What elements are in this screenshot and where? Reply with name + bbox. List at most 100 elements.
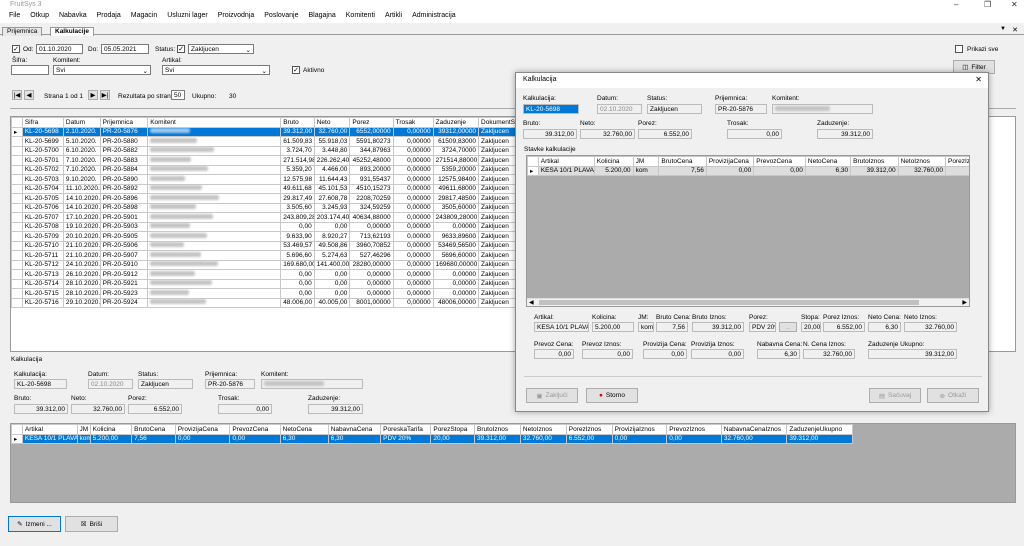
per-page-input[interactable]: 50	[171, 90, 185, 100]
column-header[interactable]: BrutoIznos	[474, 424, 521, 435]
column-header[interactable]: NetoCena	[279, 424, 329, 435]
column-header[interactable]: Artikal	[537, 156, 595, 167]
next-page-button[interactable]: ▶	[88, 90, 98, 100]
horizontal-scrollbar[interactable]: ◀ ▶	[527, 298, 969, 306]
table-row[interactable]: KL-20-5704 11.10.2020. PR-20-5892 49.611,68…	[11, 183, 531, 194]
menu-item-proizvodnja[interactable]: Proizvodnja	[213, 11, 260, 23]
column-header[interactable]: ZaduzenjeUkupno	[786, 424, 853, 435]
column-header[interactable]: NetoIznos	[897, 156, 946, 167]
column-header[interactable]: JM	[76, 424, 91, 435]
column-header[interactable]: Prijemnica	[99, 117, 149, 128]
menu-item-file[interactable]: File	[4, 11, 25, 23]
table-row[interactable]: KL-20-5706 14.10.2020. PR-20-5898 3.505,60 3…	[11, 202, 531, 213]
column-header[interactable]: Kolicina	[593, 156, 634, 167]
column-header[interactable]: BrutoCena	[131, 424, 176, 435]
menu-item-blagajna[interactable]: Blagajna	[304, 11, 341, 23]
table-row[interactable]: KL-20-5700 6.10.2020. PR-20-5882 3.724,70 3.…	[11, 145, 531, 156]
sacuvaj-button[interactable]: ▤ Sačuvaj	[869, 388, 921, 403]
tab-dropdown-icon[interactable]: ▼	[1000, 26, 1006, 32]
dlg-stavke-grid[interactable]: Artikal Kolicina JM BrutoCena ProvizijaCena P…	[526, 155, 970, 307]
table-row[interactable]: KL-20-5701 7.10.2020. PR-20-5883 271.514,98…	[11, 155, 531, 166]
brisi-button[interactable]: ☒ Briši	[65, 516, 118, 532]
status-select[interactable]: Zakljucen ⌄	[188, 44, 254, 54]
column-header[interactable]: JM	[632, 156, 660, 167]
table-row[interactable]: KL-20-5716 29.10.2020. PR-20-5924 48.006,00…	[11, 297, 531, 308]
od-checkbox[interactable]: ✓	[12, 45, 20, 53]
table-row[interactable]: KL-20-5710 21.10.2020. PR-20-5906 53.469,57…	[11, 240, 531, 251]
column-header[interactable]: PoreskaTarifa	[380, 424, 432, 435]
artikal-select[interactable]: Svi ⌄	[162, 65, 270, 75]
menu-item-komitenti[interactable]: Komitenti	[341, 11, 380, 23]
column-header[interactable]: NabavnaCena	[327, 424, 382, 435]
column-header[interactable]: Neto	[313, 117, 351, 128]
storno-button[interactable]: ● Storno	[586, 388, 638, 403]
do-date-input[interactable]: 05.05.2021	[101, 44, 149, 54]
tab-prijemnica[interactable]: Prijemnica	[2, 27, 43, 36]
table-row[interactable]: KL-20-5714 28.10.2020. PR-20-5921 0,00 0,00 0…	[11, 278, 531, 289]
column-header[interactable]: ProvizijaCena	[705, 156, 755, 167]
od-date-input[interactable]: 01.10.2020	[36, 44, 83, 54]
minimize-icon[interactable]: –	[954, 0, 958, 9]
column-header[interactable]: Komitent	[147, 117, 282, 128]
table-row[interactable]: KL-20-5708 19.10.2020. PR-20-5903 0,00 0,00 0…	[11, 221, 531, 232]
prev-page-button[interactable]: ◀	[24, 90, 34, 100]
menu-item-artikli[interactable]: Artikli	[380, 11, 407, 23]
stavke-grid[interactable]: Artikal JM Kolicina BrutoCena ProvizijaCena P…	[10, 423, 1016, 503]
menu-item-administracija[interactable]: Administracija	[407, 11, 461, 23]
column-header[interactable]: ProvizijaIznos	[611, 424, 668, 435]
sifra-input[interactable]	[11, 65, 49, 75]
menu-item-prodaja[interactable]: Prodaja	[92, 11, 126, 23]
column-header[interactable]: PorezIznos	[565, 424, 613, 435]
komitent-select[interactable]: Svi ⌄	[53, 65, 151, 75]
menu-item-magacin[interactable]: Magacin	[126, 11, 162, 23]
table-row[interactable]: KL-20-5711 21.10.2020. PR-20-5907 5.696,60 5…	[11, 250, 531, 261]
first-page-button[interactable]: |◀	[12, 90, 22, 100]
table-row[interactable]: KL-20-5715 28.10.2020. PR-20-5923 0,00 0,00 0…	[11, 288, 531, 299]
scroll-thumb[interactable]	[539, 300, 919, 305]
column-header[interactable]: NetoCena	[804, 156, 852, 167]
izmeni-button[interactable]: ✎ Izmeni ...	[8, 516, 61, 532]
column-header[interactable]: ProvizijaCena	[174, 424, 231, 435]
otkazi-button[interactable]: ⊗ Otkaži	[927, 388, 979, 403]
dlg-kalkulacija-field[interactable]: KL-20-5698	[523, 104, 579, 114]
tab-kalkulacije[interactable]: Kalkulacije	[50, 27, 94, 36]
table-row[interactable]: KL-20-5702 7.10.2020. PR-20-5884 5.359,20 4.…	[11, 164, 531, 175]
column-header[interactable]: PrevozCena	[229, 424, 281, 435]
column-header[interactable]: Artikal	[21, 424, 78, 435]
table-row[interactable]: ▸ KL-20-5698 2.10.2020. PR-20-5876 39.312,00…	[11, 126, 531, 137]
tab-close-icon[interactable]: ✕	[1012, 26, 1018, 34]
table-row[interactable]: KL-20-5707 17.10.2020. PR-20-5901 243.809,2…	[11, 212, 531, 223]
column-header[interactable]: BrutoCena	[658, 156, 707, 167]
menu-item-poslovanje[interactable]: Poslovanje	[259, 11, 303, 23]
maximize-icon[interactable]: ❐	[984, 0, 991, 9]
column-header[interactable]: Zaduzenje	[432, 117, 480, 128]
table-row[interactable]: KL-20-5705 14.10.2020. PR-20-5896 29.817,49…	[11, 193, 531, 204]
column-header[interactable]: PrevozIznos	[666, 424, 722, 435]
column-header[interactable]: Datum	[62, 117, 101, 128]
aktivno-checkbox[interactable]: ✓	[292, 66, 300, 74]
zakljuci-button[interactable]: ▣ Zaključi	[526, 388, 578, 403]
status-checkbox[interactable]: ✓	[177, 45, 185, 53]
table-row[interactable]: ▸ KESA 10/1 PLAVA 5.200,00 kom 7,56 0,00 0,00 6…	[527, 165, 969, 176]
table-row[interactable]: KL-20-5703 9.10.2020. PR-20-5890 12.575,98 1…	[11, 174, 531, 185]
porez-lookup-button[interactable]: ...	[779, 322, 797, 332]
prikazi-sve-checkbox[interactable]	[955, 45, 963, 53]
table-row[interactable]: KL-20-5709 20.10.2020. PR-20-5905 9.633,90 8…	[11, 231, 531, 242]
dialog-close-icon[interactable]: ✕	[975, 75, 982, 84]
column-header[interactable]: Bruto	[280, 117, 315, 128]
column-header[interactable]: PrevozCena	[753, 156, 806, 167]
column-header[interactable]: NetoIznos	[519, 424, 567, 435]
column-header[interactable]: Sifra	[21, 117, 64, 128]
column-header[interactable]: Porez	[349, 117, 394, 128]
column-header[interactable]: PorezIz	[944, 156, 969, 167]
table-row[interactable]: KL-20-5699 5.10.2020. PR-20-5880 61.509,83 5…	[11, 136, 531, 147]
close-icon[interactable]: ✕	[1011, 0, 1018, 9]
menu-item-nabavka[interactable]: Nabavka	[54, 11, 92, 23]
column-header[interactable]: Trosak	[392, 117, 434, 128]
table-row[interactable]: KL-20-5713 26.10.2020. PR-20-5912 0,00 0,00 0…	[11, 269, 531, 280]
column-header[interactable]: Kolicina	[89, 424, 133, 435]
last-page-button[interactable]: ▶|	[100, 90, 110, 100]
column-header[interactable]: PorezStopa	[430, 424, 476, 435]
menu-item-otkup[interactable]: Otkup	[25, 11, 54, 23]
table-row[interactable]: ▸KESA 10/1 PLAVAkom5.200,007,560,000,006…	[11, 433, 853, 444]
